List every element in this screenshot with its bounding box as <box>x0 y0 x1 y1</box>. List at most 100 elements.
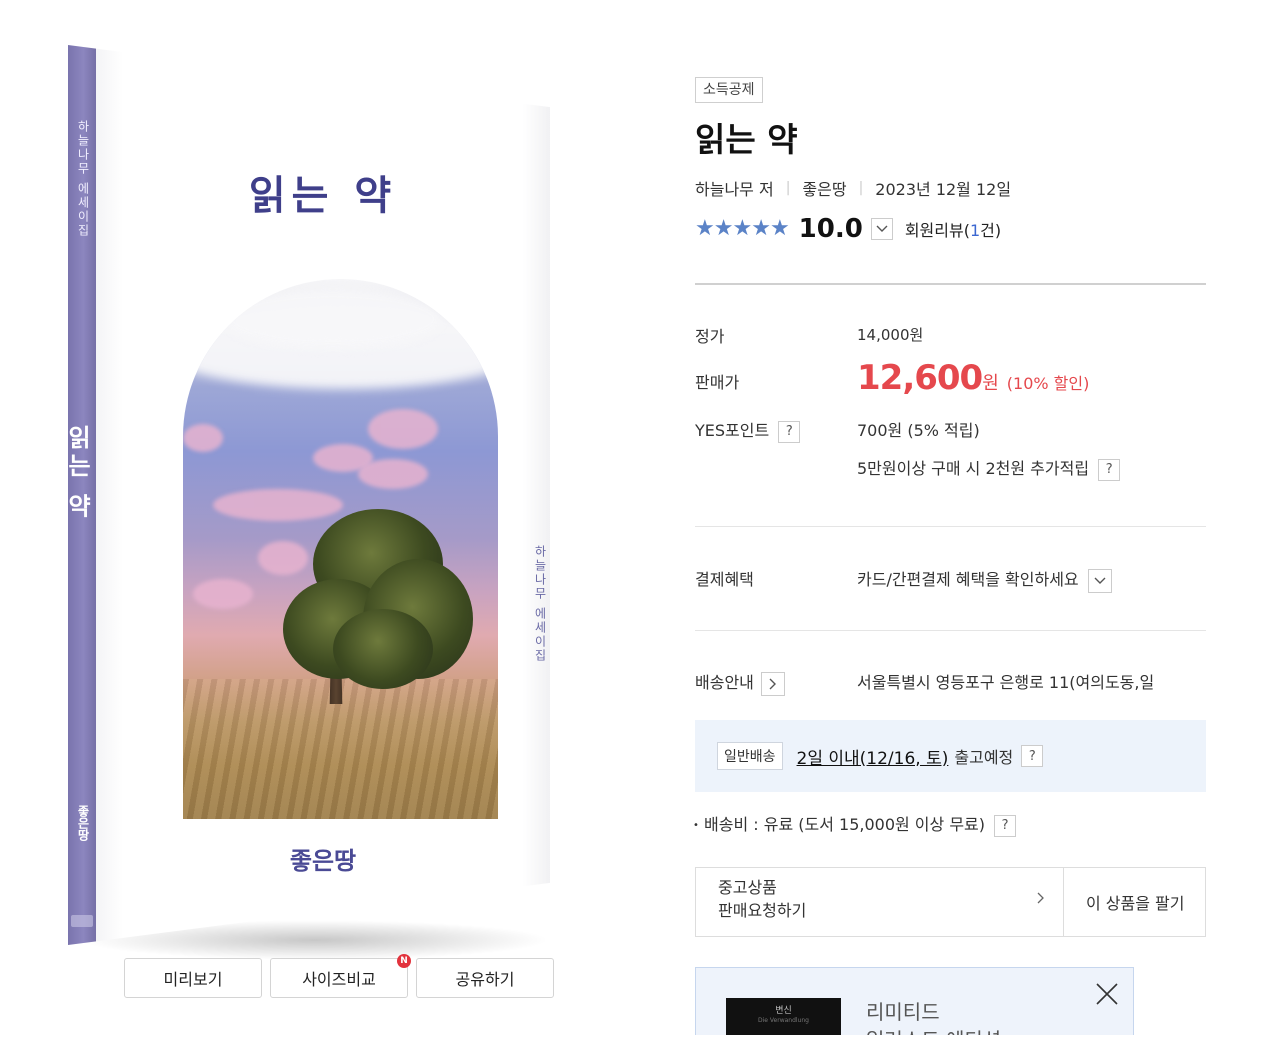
shipping-estimate-box: 일반배송 2일 이내(12/16, 토) 출고예정 ? <box>695 720 1206 792</box>
cloud <box>258 541 308 575</box>
divider <box>695 526 1206 527</box>
sell-this-label: 이 상품을 팔기 <box>1086 894 1185 913</box>
discount-rate: (10% 할인) <box>1006 374 1090 393</box>
shipping-status: 출고예정 <box>954 748 1014 767</box>
cloud <box>213 489 343 521</box>
used-goods-box: 중고상품 판매요청하기 이 상품을 팔기 <box>695 867 1206 937</box>
review-label: 회원리뷰( <box>904 221 970 240</box>
share-label: 공유하기 <box>455 970 515 989</box>
delivery-info-button[interactable] <box>760 671 785 696</box>
star-icon: ★ <box>713 216 734 241</box>
used-line1: 중고상품 <box>718 878 777 897</box>
limited-edition-banner[interactable]: 변신 Die Verwandlung 리미티드 일러스트 에디션 <box>695 967 1134 1037</box>
share-button[interactable]: 공유하기 <box>416 958 554 998</box>
yes-point-label: YES포인트 <box>695 421 770 440</box>
member-review-link[interactable]: 회원리뷰(1건) <box>905 217 1001 241</box>
question-icon: ? <box>1105 462 1113 477</box>
cover-title: 읽는 약 <box>248 173 398 219</box>
thumb-subtitle: Die Verwandlung <box>758 1017 809 1024</box>
preview-label: 미리보기 <box>163 970 223 989</box>
used-line2: 판매요청하기 <box>718 901 807 920</box>
chevron-down-icon <box>1094 577 1106 584</box>
publisher-link[interactable]: 좋은땅 <box>802 176 846 200</box>
delivery-label: 배송안내 <box>695 673 754 692</box>
extra-point-help-button[interactable]: ? <box>1098 458 1121 481</box>
limited-edition-thumbnail: 변신 Die Verwandlung <box>726 998 841 1036</box>
book-action-buttons: 미리보기 사이즈비교 N 공유하기 <box>124 954 558 1002</box>
divider <box>695 283 1206 285</box>
spine-subtitle: 하늘나무 에세이집 <box>76 120 90 238</box>
cloud <box>193 579 253 609</box>
star-icon: ★ <box>751 216 771 241</box>
limited-title: 리미티드 <box>866 1000 940 1024</box>
yes-point-label-group: YES포인트 ? <box>695 417 801 443</box>
cloud <box>368 409 438 449</box>
book-front: 읽는 약 하늘나무 에세이집 좋은땅 <box>96 45 550 945</box>
rating-score: 10.0 <box>798 214 863 244</box>
cover-illustration <box>183 279 498 819</box>
list-price-value: 14,000원 <box>857 326 924 344</box>
delivery-label-group: 배송안내 <box>695 669 785 696</box>
shipping-fee-text: 배송비 : 유료 (도서 15,000원 이상 무료) <box>704 815 986 834</box>
used-sell-request-button[interactable]: 중고상품 판매요청하기 <box>696 868 1064 936</box>
sell-this-product-button[interactable]: 이 상품을 팔기 <box>1064 868 1205 936</box>
size-compare-label: 사이즈비교 <box>302 970 376 989</box>
author-link[interactable]: 하늘나무 저 <box>695 176 774 200</box>
thumb-title: 변신 <box>775 1006 792 1016</box>
payment-dropdown-button[interactable] <box>1087 568 1112 593</box>
page-cutoff <box>680 1035 1280 1059</box>
delivery-address[interactable]: 서울특별시 영등포구 은행로 11(여의도동,일 <box>857 669 1206 693</box>
shipping-help-button[interactable]: ? <box>1021 745 1044 767</box>
list-price-label: 정가 <box>695 327 725 346</box>
close-icon[interactable] <box>1095 982 1119 1006</box>
new-badge: N <box>397 954 411 968</box>
rating-row: ★ ★ ★ ★ ★ 10.0 회원리뷰(1건) <box>695 214 1001 244</box>
sale-price-unit: 원 <box>982 373 999 394</box>
rating-stars: ★ ★ ★ ★ ★ <box>695 216 790 241</box>
book-cover-area: 하늘나무 에세이집 읽는 약 좋은땅 읽는 약 하늘나무 에세이집 좋은땅 <box>60 40 570 960</box>
payment-benefit-group[interactable]: 카드/간편결제 혜택을 확인하세요 <box>857 566 1112 593</box>
bullet-icon: • <box>693 820 699 831</box>
star-icon: ★ <box>732 216 753 241</box>
shipping-type-tag: 일반배송 <box>717 742 783 770</box>
review-count: 1 <box>969 221 981 240</box>
sale-price-label: 판매가 <box>695 373 740 392</box>
star-icon: ★ <box>769 216 790 241</box>
cover-publisher: 좋은땅 <box>289 847 357 875</box>
shipping-fee-group: • 배송비 : 유료 (도서 15,000원 이상 무료) ? <box>693 811 1017 837</box>
income-deduction-tag: 소득공제 <box>695 77 763 103</box>
product-meta: 하늘나무 저 | 좋은땅 | 2023년 12월 12일 <box>695 176 1011 200</box>
cloud <box>223 289 443 349</box>
shipping-date-link[interactable]: 2일 이내(12/16, 토) <box>797 744 949 769</box>
book-spine: 하늘나무 에세이집 읽는 약 좋은땅 <box>68 45 96 945</box>
divider <box>695 630 1206 631</box>
spine-publisher: 좋은땅 <box>76 805 90 841</box>
question-icon: ? <box>785 424 793 439</box>
question-icon: ? <box>1028 748 1036 764</box>
size-compare-button[interactable]: 사이즈비교 N <box>270 954 411 998</box>
divider: | <box>785 180 791 196</box>
payment-benefit-text: 카드/간편결제 혜택을 확인하세요 <box>857 570 1079 589</box>
divider: | <box>858 180 864 196</box>
product-title: 읽는 약 <box>695 120 798 159</box>
chevron-right-icon <box>1037 892 1044 904</box>
cloud <box>358 459 428 489</box>
rating-dropdown-button[interactable] <box>870 218 893 240</box>
publish-date: 2023년 12월 12일 <box>875 180 1012 199</box>
spine-logo <box>71 915 93 927</box>
review-suffix: 건) <box>980 221 1002 240</box>
preview-button[interactable]: 미리보기 <box>124 958 262 998</box>
yes-point-value: 700원 (5% 적립) <box>857 421 980 440</box>
cloud <box>183 424 223 452</box>
tree-crown <box>333 609 433 689</box>
point-help-button[interactable]: ? <box>778 420 801 443</box>
payment-benefit-label: 결제혜택 <box>695 570 754 589</box>
question-icon: ? <box>1001 818 1009 833</box>
sale-price-value: 12,600 <box>857 358 983 398</box>
book-cover-image[interactable]: 하늘나무 에세이집 읽는 약 좋은땅 읽는 약 하늘나무 에세이집 좋은땅 <box>68 45 550 945</box>
chevron-right-icon <box>769 678 776 689</box>
sale-price: 12,600원 (10% 할인) <box>857 358 1089 398</box>
extra-point-text: 5만원이상 구매 시 2천원 추가적립 <box>857 459 1090 478</box>
shipping-fee-help-button[interactable]: ? <box>994 814 1017 837</box>
star-icon: ★ <box>695 216 715 241</box>
